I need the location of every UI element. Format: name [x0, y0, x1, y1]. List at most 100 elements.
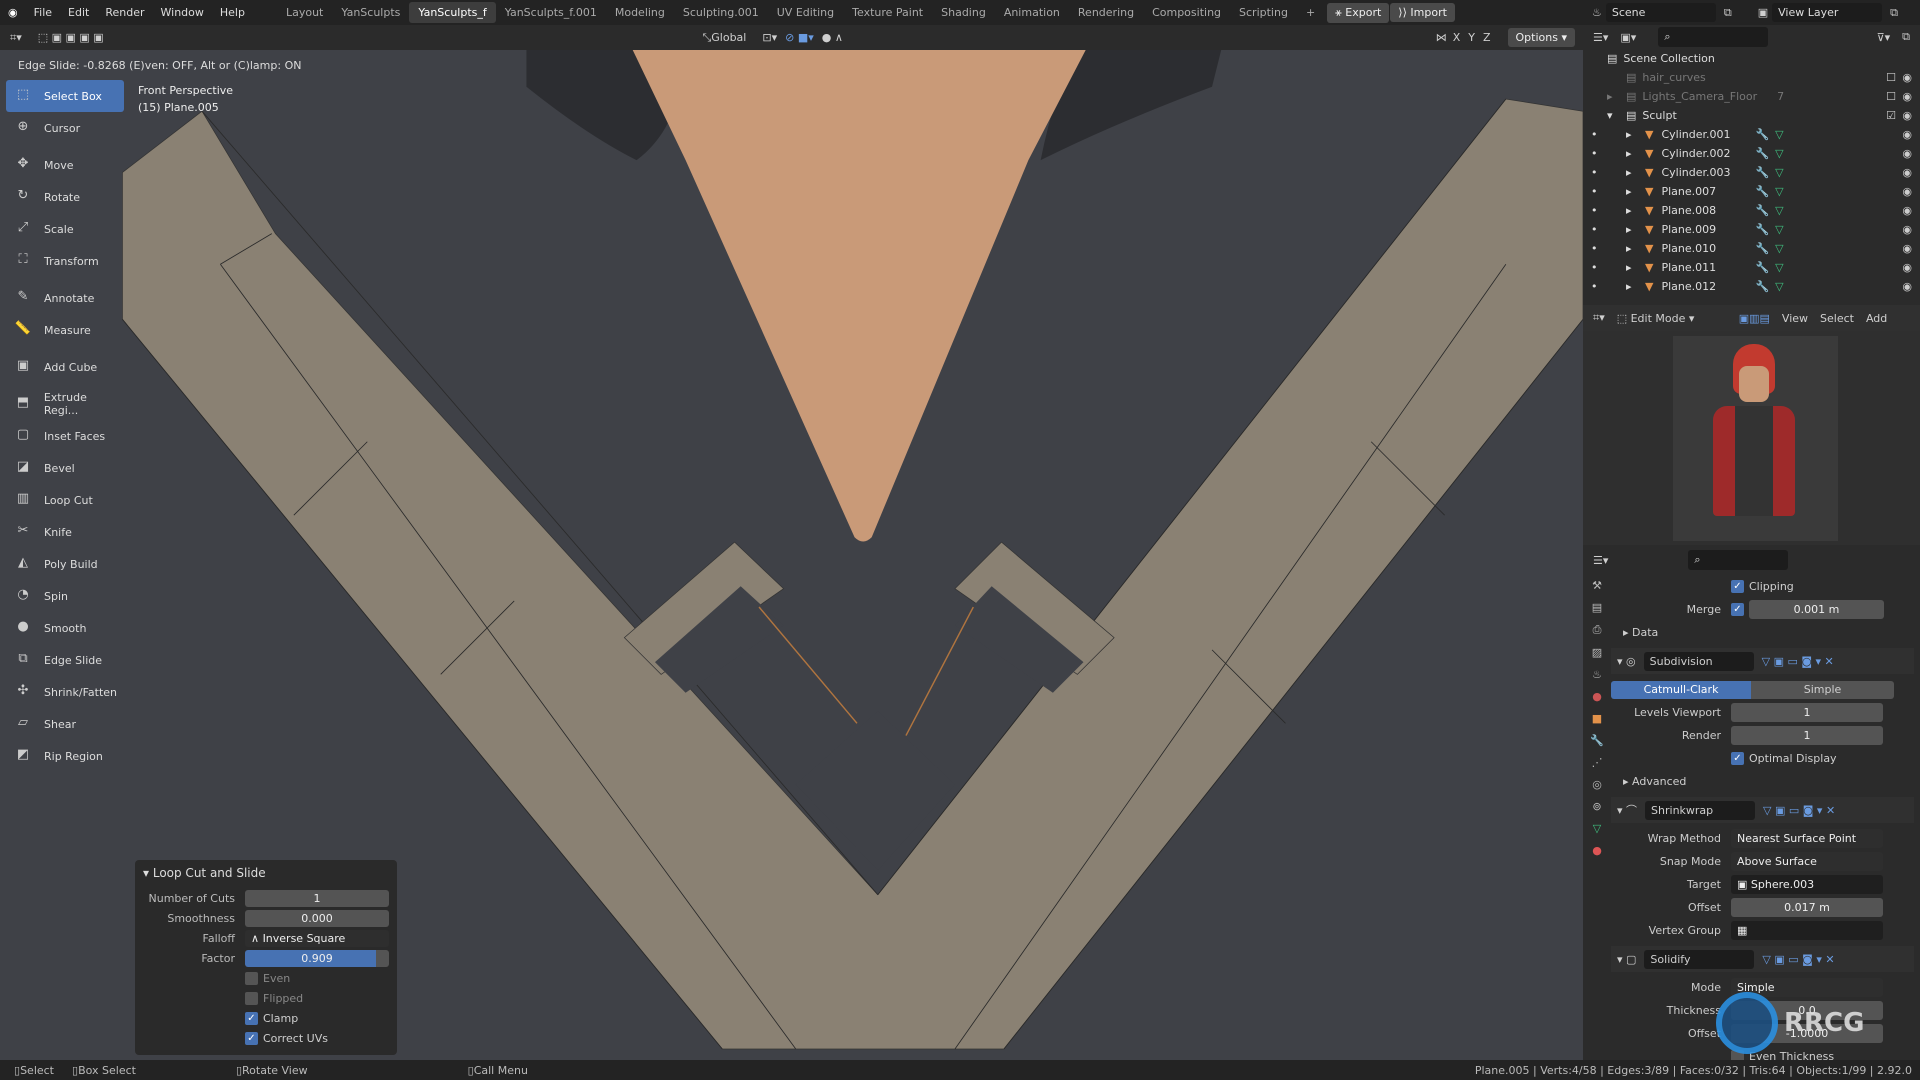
eye-icon[interactable]: ◉ — [1902, 280, 1912, 293]
modifier-toggle-icons[interactable]: ▽ ▣ ▭ ◙ ▾ ✕ — [1762, 655, 1834, 668]
simple-button[interactable]: Simple — [1751, 680, 1894, 699]
eye-icon[interactable]: ◉ — [1902, 166, 1912, 179]
tab-animation[interactable]: Animation — [995, 2, 1069, 23]
outliner-object[interactable]: • ▸ ▼ Plane.012 🔧 ▽ ◉ — [1591, 277, 1920, 296]
scene-collection[interactable]: ▤ Scene Collection — [1607, 49, 1920, 68]
pivot-icon[interactable]: ⊡▾ — [762, 31, 777, 44]
collection-hair-curves[interactable]: ▤ hair_curves ☐ ◉ — [1607, 68, 1920, 87]
collapse-icon[interactable]: ▾ — [1607, 109, 1626, 122]
view-layer-tab-icon[interactable]: ▨ — [1592, 646, 1602, 659]
view-layer-icon[interactable]: ▣ — [1758, 6, 1768, 19]
tool-smooth[interactable]: ● Smooth — [6, 612, 124, 644]
catmull-clark-button[interactable]: Catmull-Clark — [1611, 680, 1751, 699]
scene-selector[interactable]: Scene — [1605, 3, 1716, 22]
view-layer-selector[interactable]: View Layer — [1772, 3, 1883, 22]
tab-compositing[interactable]: Compositing — [1143, 2, 1230, 23]
tool-tab-icon[interactable]: ⚒ — [1592, 579, 1602, 592]
eye-icon[interactable]: ◉ — [1902, 109, 1912, 122]
import-button[interactable]: ⟩⟩ Import — [1390, 3, 1455, 22]
render-levels-field[interactable]: 1 — [1731, 726, 1883, 745]
eye-icon[interactable]: ◉ — [1902, 128, 1912, 141]
mesh-data-icon[interactable]: ▽ — [1775, 242, 1783, 255]
filter-icon[interactable]: ⊽▾ — [1877, 31, 1891, 44]
physics-tab-icon[interactable]: ◎ — [1592, 778, 1602, 791]
menu-help[interactable]: Help — [212, 6, 253, 19]
expand-icon[interactable]: ▸ — [1626, 242, 1645, 255]
tab-uv-editing[interactable]: UV Editing — [768, 2, 843, 23]
tab-sculpting[interactable]: Sculpting.001 — [674, 2, 768, 23]
modifier-tab-icon[interactable]: 🔧 — [1590, 734, 1604, 747]
outliner-object[interactable]: • ▸ ▼ Cylinder.002 🔧 ▽ ◉ — [1591, 144, 1920, 163]
snap-icon[interactable]: ⊘ ■▾ — [785, 31, 814, 44]
snap-mode-dropdown[interactable]: Above Surface — [1731, 852, 1883, 871]
modifier-icon[interactable]: 🔧 — [1755, 242, 1769, 255]
collection-lights-camera-floor[interactable]: ▸ ▤ Lights_Camera_Floor 7 ☐ ◉ — [1607, 87, 1920, 106]
eye-icon[interactable]: ◉ — [1902, 185, 1912, 198]
tab-yansculpts-f[interactable]: YanSculpts_f — [409, 2, 496, 23]
add-workspace-button[interactable]: + — [1297, 2, 1324, 23]
modifier-icon[interactable]: 🔧 — [1755, 280, 1769, 293]
tool-select-box[interactable]: ⬚ Select Box — [6, 80, 124, 112]
tool-shear[interactable]: ▱ Shear — [6, 708, 124, 740]
tab-rendering[interactable]: Rendering — [1069, 2, 1143, 23]
properties-search[interactable]: ⌕ — [1688, 550, 1789, 570]
even-checkbox[interactable] — [245, 971, 258, 985]
collapse-icon[interactable]: ▾ ▢ — [1617, 953, 1636, 966]
filter-view-icon[interactable]: ▣▾ — [1620, 31, 1636, 44]
tool-knife[interactable]: ✂ Knife — [6, 516, 124, 548]
material-tab-icon[interactable]: ● — [1592, 844, 1602, 857]
target-field[interactable]: ▣ Sphere.003 — [1731, 875, 1883, 894]
tab-shading[interactable]: Shading — [932, 2, 995, 23]
mesh-data-icon[interactable]: ▽ — [1775, 204, 1783, 217]
merge-checkbox[interactable]: ✓ — [1731, 603, 1744, 616]
mirror-icon[interactable]: ⋈ — [1436, 31, 1447, 44]
axis-y[interactable]: Y — [1468, 31, 1475, 44]
tab-scripting[interactable]: Scripting — [1230, 2, 1297, 23]
axis-x[interactable]: X — [1453, 31, 1461, 44]
object-tab-icon[interactable]: ■ — [1592, 712, 1602, 725]
modifier-name-field[interactable]: Subdivision — [1643, 651, 1754, 671]
outliner-object[interactable]: • ▸ ▼ Plane.010 🔧 ▽ ◉ — [1591, 239, 1920, 258]
modifier-icon[interactable]: 🔧 — [1755, 147, 1769, 160]
proportional-icon[interactable]: ● ∧ — [822, 31, 843, 44]
editor-type-icon[interactable]: ⌗▾ — [1593, 311, 1605, 325]
optimal-display-checkbox[interactable]: ✓ — [1731, 752, 1744, 765]
tab-modeling[interactable]: Modeling — [606, 2, 674, 23]
exclude-checkbox[interactable]: ☐ — [1886, 71, 1896, 84]
tool-poly-build[interactable]: ◭ Poly Build — [6, 548, 124, 580]
offset-field[interactable]: 0.017 m — [1731, 898, 1883, 917]
mesh-data-icon[interactable]: ▽ — [1775, 223, 1783, 236]
data-tab-icon[interactable]: ▽ — [1593, 822, 1601, 835]
eye-icon[interactable]: ◉ — [1902, 147, 1912, 160]
tool-scale[interactable]: ⤢ Scale — [6, 213, 124, 245]
menu-file[interactable]: File — [26, 6, 60, 19]
expand-icon[interactable]: ▸ — [1623, 626, 1632, 639]
menu-select[interactable]: Select — [1820, 312, 1854, 325]
include-checkbox[interactable]: ☑ — [1886, 109, 1896, 122]
menu-render[interactable]: Render — [97, 6, 152, 19]
new-scene-icon[interactable]: ⧉ — [1724, 6, 1732, 20]
tool-rotate[interactable]: ↻ Rotate — [6, 181, 124, 213]
axis-z[interactable]: Z — [1483, 31, 1491, 44]
mesh-data-icon[interactable]: ▽ — [1775, 185, 1783, 198]
expand-icon[interactable]: ▸ — [1626, 261, 1645, 274]
tab-yansculpts[interactable]: YanSculpts — [332, 2, 409, 23]
advanced-subpanel[interactable]: Advanced — [1632, 775, 1686, 788]
tool-edge-slide[interactable]: ⧉ Edge Slide — [6, 644, 124, 676]
mesh-data-icon[interactable]: ▽ — [1775, 147, 1783, 160]
modifier-name-field[interactable]: Shrinkwrap — [1645, 800, 1756, 820]
new-view-layer-icon[interactable]: ⧉ — [1890, 6, 1898, 20]
modifier-icon[interactable]: 🔧 — [1755, 128, 1769, 141]
outliner-object[interactable]: • ▸ ▼ Cylinder.003 🔧 ▽ ◉ — [1591, 163, 1920, 182]
merge-distance-field[interactable]: 0.001 m — [1749, 600, 1884, 619]
expand-icon[interactable]: ▸ — [1626, 128, 1645, 141]
mode-dropdown[interactable]: ⬚ Edit Mode ▾ — [1617, 312, 1727, 325]
tab-layout[interactable]: Layout — [277, 2, 332, 23]
outliner-search[interactable]: ⌕ — [1658, 27, 1769, 47]
constraints-tab-icon[interactable]: ⊚ — [1592, 800, 1601, 813]
tool-loop-cut[interactable]: ▥ Loop Cut — [6, 484, 124, 516]
correct-uvs-checkbox[interactable]: ✓ — [245, 1031, 258, 1045]
expand-icon[interactable]: ▸ — [1623, 775, 1632, 788]
new-collection-icon[interactable]: ⧉ — [1902, 30, 1910, 44]
collapse-icon[interactable]: ▾ ⌒ — [1617, 802, 1637, 818]
